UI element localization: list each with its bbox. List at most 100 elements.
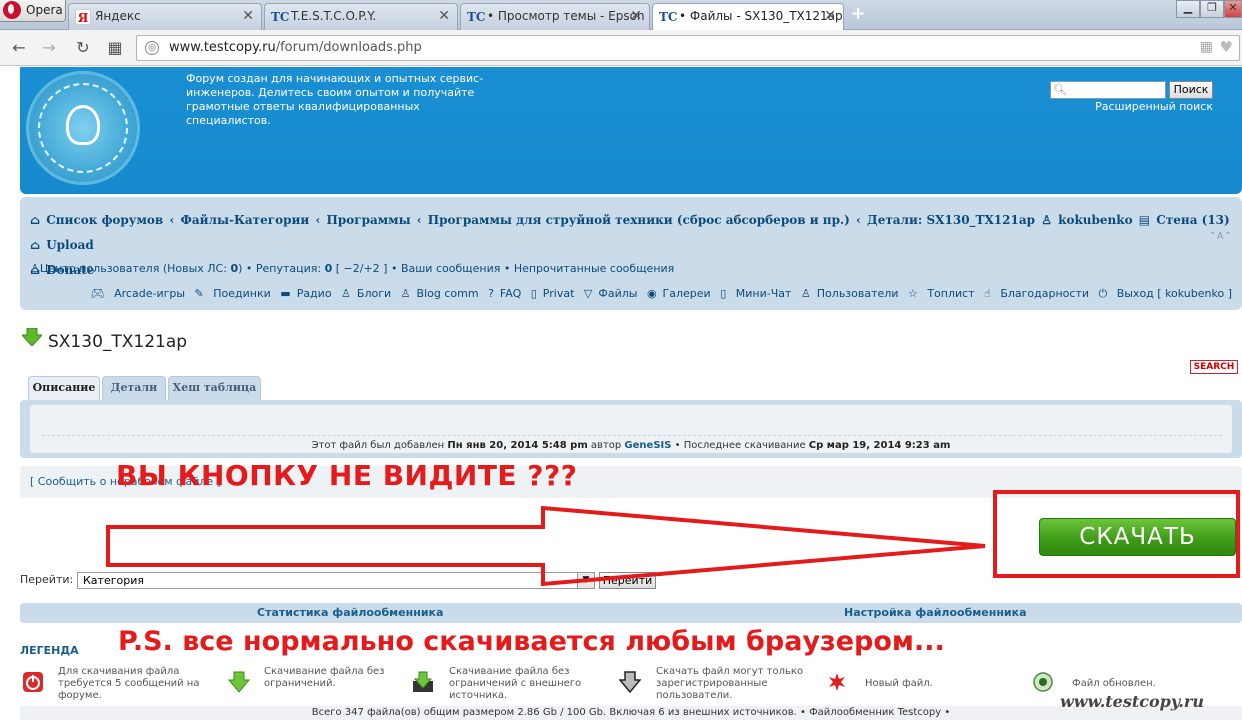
chevron-down-icon[interactable]: ▼ xyxy=(577,573,594,588)
heart-bookmark-icon[interactable]: ♥ xyxy=(1220,38,1233,56)
tab-yandex[interactable]: Я Яндекс ✕ xyxy=(68,3,262,30)
unread-posts-link[interactable]: Непрочитанные сообщения xyxy=(514,262,674,275)
menu-minichat[interactable]: ▯ Мини-Чат xyxy=(720,287,791,300)
new-file-burst-icon xyxy=(829,673,845,691)
legend-item: Новый файл. xyxy=(865,678,933,689)
menu-privat-label: Privat xyxy=(542,287,575,300)
tab-label: • Файлы - SX130_TX121ap xyxy=(679,9,843,23)
file-stats-link[interactable]: Статистика файлообменника xyxy=(257,606,443,619)
wall-link[interactable]: Стена (13) xyxy=(1156,213,1229,227)
menu-gallery[interactable]: ◉ Галереи xyxy=(647,287,711,300)
menu-radio[interactable]: ▬ Радио xyxy=(280,287,331,300)
author-prefix: автор xyxy=(587,440,625,451)
menu-files[interactable]: ▽ Файлы xyxy=(584,287,638,300)
search-button[interactable]: Поиск xyxy=(1169,81,1213,99)
restore-window-icon[interactable]: ❐ xyxy=(1200,0,1224,18)
back-arrow-icon[interactable]: ← xyxy=(8,37,30,59)
menu-arcade[interactable]: 🎮︎ Arcade-игры xyxy=(91,287,185,300)
testcopy-logo-icon[interactable] xyxy=(26,71,140,185)
breadcrumb-forums[interactable]: Список форумов xyxy=(46,213,163,227)
menu-faq-label: FAQ xyxy=(499,287,522,300)
font-size-toggle[interactable]: ⌃A⌃ xyxy=(1208,231,1232,242)
search-input[interactable] xyxy=(1050,81,1166,99)
menu-users[interactable]: ♙ Пользователи xyxy=(801,287,899,300)
address-bar[interactable]: ◎ www.testcopy.ru/forum/downloads.php ▦ … xyxy=(136,35,1240,61)
tab-files-active[interactable]: TC • Файлы - SX130_TX121ap ✕ xyxy=(652,3,844,30)
menu-files-label: Файлы xyxy=(598,287,638,300)
breadcrumb-details[interactable]: Детали: SX130_TX121ap xyxy=(867,213,1035,227)
breadcrumb-inkjet-programs[interactable]: Программы для струйной техники (сброс аб… xyxy=(428,213,850,227)
stats-bar: Статистика файлообменника Настройка файл… xyxy=(20,603,1242,623)
user-center-link[interactable]: Центр пользователя (Новых ЛС: xyxy=(40,262,231,275)
author-link[interactable]: GeneSIS xyxy=(624,440,671,451)
site-description: Форум создан для начинающих и опытных се… xyxy=(186,72,484,127)
menu-toplist[interactable]: ☆ Топлист xyxy=(908,287,975,300)
file-settings-link[interactable]: Настройка файлообменника xyxy=(844,606,1027,619)
menu-privat[interactable]: ▯ Privat xyxy=(531,287,575,300)
search-badge[interactable]: SEARCH xyxy=(1190,360,1238,374)
menu-thanks[interactable]: ☝ Благодарности xyxy=(984,287,1089,300)
yandex-favicon-icon: Я xyxy=(75,9,91,25)
grid-view-icon[interactable]: ▦ xyxy=(1200,39,1213,55)
menu-arcade-label: Arcade-игры xyxy=(114,287,186,300)
power-restricted-icon xyxy=(23,672,43,692)
menu-duels[interactable]: ✎ Поединки xyxy=(195,287,271,300)
green-download-arrow-icon xyxy=(22,328,42,346)
opera-menu-label: Opera xyxy=(26,3,63,17)
annotation-bottom-text: P.S. все нормально скачивается любым бра… xyxy=(118,626,945,657)
your-posts-link[interactable]: Ваши сообщения xyxy=(401,262,500,275)
file-description-panel: Этот файл был добавлен Пн янв 20, 2014 5… xyxy=(20,400,1242,458)
breadcrumb-separator: ‹ xyxy=(416,213,422,227)
speed-dial-grid-icon[interactable]: ▦ xyxy=(104,37,126,59)
browser-toolbar: ← → ↻ ▦ ◎ www.testcopy.ru/forum/download… xyxy=(0,30,1242,66)
goto-button[interactable]: Перейти xyxy=(599,572,656,589)
pm-count: 0 xyxy=(230,262,239,275)
breadcrumb-separator: ‹ xyxy=(169,213,175,227)
advanced-search-link[interactable]: Расширенный поиск xyxy=(1080,100,1213,113)
legend-item: Скачивание файла без ограничений с внешн… xyxy=(449,666,582,701)
last-download-prefix: • Последнее скачивание xyxy=(671,440,809,451)
forward-arrow-icon[interactable]: → xyxy=(38,37,60,59)
tab-details[interactable]: Детали xyxy=(102,376,166,400)
menu-blog-comm[interactable]: ♙ Blog comm xyxy=(401,287,479,300)
goto-category-select[interactable]: Категория xyxy=(77,572,595,589)
opera-menu-button[interactable]: Opera xyxy=(0,0,66,22)
breadcrumb-files-categories[interactable]: Файлы-Категории xyxy=(180,213,309,227)
tab-hash-table[interactable]: Хеш таблица xyxy=(168,376,261,400)
tab-testcopy[interactable]: TC T.E.S.T.C.O.P.Y. ✕ xyxy=(264,3,458,30)
opera-logo-icon xyxy=(3,1,21,19)
new-tab-button[interactable]: + xyxy=(848,5,868,24)
reputation-range: [ −2/+2 ] • xyxy=(332,262,401,275)
grey-arrow-down-icon xyxy=(619,671,641,693)
last-download-date: Ср мар 19, 2014 9:23 am xyxy=(808,440,951,451)
close-tab-icon[interactable]: ✕ xyxy=(824,8,836,24)
reload-icon[interactable]: ↻ xyxy=(72,37,94,59)
menu-radio-label: Радио xyxy=(296,287,332,300)
green-arrow-down-icon xyxy=(228,671,250,693)
navigation-panel: ⌂ Список форумов ‹ Файлы-Категории ‹ Про… xyxy=(20,197,1242,310)
close-tab-icon[interactable]: ✕ xyxy=(242,8,254,24)
menu-logout-label: Выход [ kokubenko ] xyxy=(1116,287,1232,300)
user-status-line: ♙Центр пользователя (Новых ЛС: 0) • Репу… xyxy=(30,262,674,275)
tab-description[interactable]: Описание xyxy=(28,376,100,400)
close-tab-icon[interactable]: ✕ xyxy=(438,8,450,24)
menu-blog-comm-label: Blog comm xyxy=(416,287,479,300)
menu-minichat-label: Мини-Чат xyxy=(735,287,792,300)
menu-logout[interactable]: ⏻ Выход [ kokubenko ] xyxy=(1099,287,1233,300)
menu-blogs[interactable]: ♙ Блоги xyxy=(341,287,391,300)
tab-topic[interactable]: TC • Просмотр темы - Epson ✕ xyxy=(460,3,650,30)
annotation-highlight-box xyxy=(993,490,1240,578)
tab-label: • Просмотр темы - Epson xyxy=(487,9,645,23)
forum-menu: 🎮︎ Arcade-игры ✎ Поединки ▬ Радио ♙ Блоги … xyxy=(85,287,1232,301)
close-window-icon[interactable]: ✕ xyxy=(1224,0,1242,18)
close-tab-icon[interactable]: ✕ xyxy=(630,8,642,24)
user-link[interactable]: kokubenko xyxy=(1058,213,1132,227)
site-info-icon[interactable]: ◎ xyxy=(145,41,159,55)
minimize-window-icon[interactable]: ▁ xyxy=(1176,0,1200,18)
menu-faq[interactable]: ? FAQ xyxy=(488,287,521,300)
tab-label: Яндекс xyxy=(95,9,141,23)
upload-link[interactable]: Upload xyxy=(46,238,94,252)
separator: • xyxy=(500,262,514,275)
testcopy-favicon-icon: TC xyxy=(467,10,486,24)
breadcrumb-programs[interactable]: Программы xyxy=(326,213,410,227)
